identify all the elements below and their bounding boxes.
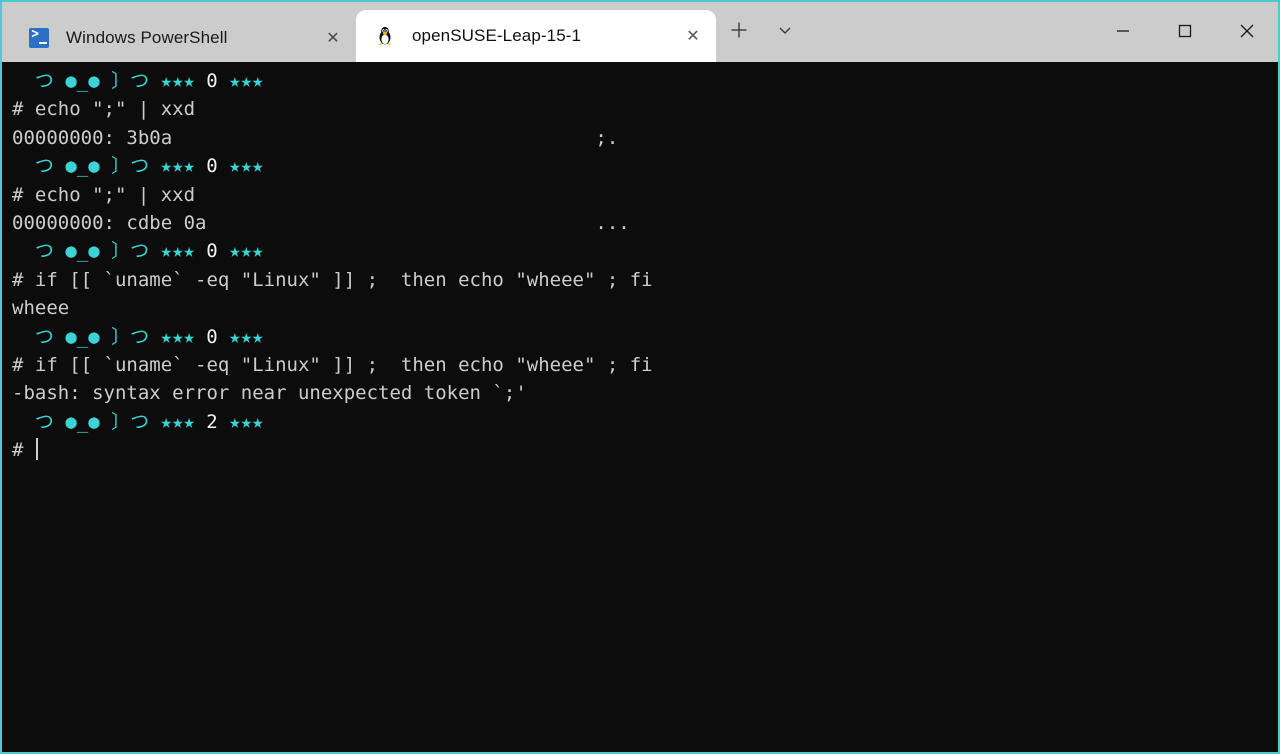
terminal-command-line: # echo ";" | xxd — [12, 95, 1276, 123]
prompt-exit-code: 0 — [194, 155, 230, 178]
prompt-exit-code: 0 — [194, 240, 230, 263]
terminal-command-line: # echo ";" | xxd — [12, 181, 1276, 209]
shell-prompt-line: つ ●_● 〕つ ★★★ 0 ★★★ — [12, 67, 1276, 95]
terminal-output-line: 00000000: 3b0a ;. — [12, 124, 1276, 152]
terminal-screen: つ ●_● 〕つ ★★★ 0 ★★★ # echo ";" | xxd 000000… — [12, 67, 1276, 464]
terminal-text: # if [[ `uname` -eq "Linux" ]] ; then ec… — [12, 268, 653, 291]
terminal-output-line: 00000000: cdbe 0a ... — [12, 209, 1276, 237]
prompt-face: つ ●_● 〕つ — [12, 155, 161, 178]
shell-prompt-line: つ ●_● 〕つ ★★★ 2 ★★★ — [12, 408, 1276, 436]
terminal-text: 00000000: 3b0a ;. — [12, 126, 619, 149]
new-tab-button[interactable] — [716, 8, 762, 52]
prompt-stars-left: ★★★ — [160, 325, 195, 348]
prompt-stars-left: ★★★ — [160, 410, 195, 433]
close-button[interactable] — [1216, 2, 1278, 60]
title-bar: Windows PowerShell ✕ — [2, 2, 1278, 62]
prompt-exit-code: 0 — [194, 70, 230, 92]
chevron-down-icon[interactable] — [762, 8, 808, 52]
prompt-exit-code: 2 — [194, 410, 230, 433]
prompt-stars-left: ★★★ — [160, 240, 195, 263]
prompt-exit-code: 0 — [194, 325, 230, 348]
prompt-face: つ ●_● 〕つ — [12, 240, 161, 263]
terminal-text: # echo ";" | xxd — [12, 98, 196, 121]
tab-actions — [716, 2, 808, 62]
terminal-output-line: wheee — [12, 294, 1276, 322]
tab-label: openSUSE-Leap-15-1 — [412, 26, 582, 45]
shell-input-line: # — [12, 436, 1276, 464]
terminal-text: 00000000: cdbe 0a ... — [12, 211, 630, 234]
terminal-command-line: # if [[ `uname` -eq "Linux" ]] ; then ec… — [12, 351, 1276, 379]
tab-label: Windows PowerShell — [66, 28, 228, 47]
prompt-stars-left: ★★★ — [160, 155, 195, 178]
terminal-viewport[interactable]: つ ●_● 〕つ ★★★ 0 ★★★ # echo ";" | xxd 000000… — [4, 62, 1276, 750]
terminal-text: # if [[ `uname` -eq "Linux" ]] ; then ec… — [12, 353, 653, 376]
terminal-text: wheee — [12, 297, 70, 320]
prompt-face: つ ●_● 〕つ — [12, 70, 161, 92]
minimize-button[interactable] — [1092, 2, 1154, 60]
tux-penguin-icon — [374, 25, 396, 47]
powershell-icon — [28, 27, 50, 49]
prompt-stars-right: ★★★ — [229, 70, 264, 92]
prompt-face: つ ●_● 〕つ — [12, 325, 161, 348]
shell-prompt-line: つ ●_● 〕つ ★★★ 0 ★★★ — [12, 237, 1276, 265]
input-prompt-symbol: # — [12, 439, 35, 462]
text-cursor — [35, 438, 38, 461]
tab-windows-powershell[interactable]: Windows PowerShell ✕ — [10, 14, 356, 62]
tab-opensuse-leap-15-1[interactable]: openSUSE-Leap-15-1 ✕ — [356, 10, 716, 62]
window-controls — [1092, 2, 1278, 60]
terminal-text: -bash: syntax error near unexpected toke… — [12, 382, 527, 405]
prompt-stars-right: ★★★ — [229, 325, 264, 348]
tab-close-button[interactable]: ✕ — [316, 21, 350, 55]
terminal-text: # echo ";" | xxd — [12, 183, 196, 206]
tab-close-button[interactable]: ✕ — [676, 19, 710, 53]
shell-prompt-line: つ ●_● 〕つ ★★★ 0 ★★★ — [12, 152, 1276, 180]
prompt-stars-right: ★★★ — [229, 410, 264, 433]
shell-prompt-line: つ ●_● 〕つ ★★★ 0 ★★★ — [12, 323, 1276, 351]
prompt-stars-right: ★★★ — [229, 155, 264, 178]
tab-strip: Windows PowerShell ✕ — [2, 2, 808, 62]
terminal-output-line: -bash: syntax error near unexpected toke… — [12, 379, 1276, 407]
prompt-stars-left: ★★★ — [160, 70, 195, 92]
maximize-button[interactable] — [1154, 2, 1216, 60]
terminal-command-line: # if [[ `uname` -eq "Linux" ]] ; then ec… — [12, 266, 1276, 294]
prompt-stars-right: ★★★ — [229, 240, 264, 263]
prompt-face: つ ●_● 〕つ — [12, 410, 161, 433]
terminal-window: Windows PowerShell ✕ — [0, 0, 1280, 754]
